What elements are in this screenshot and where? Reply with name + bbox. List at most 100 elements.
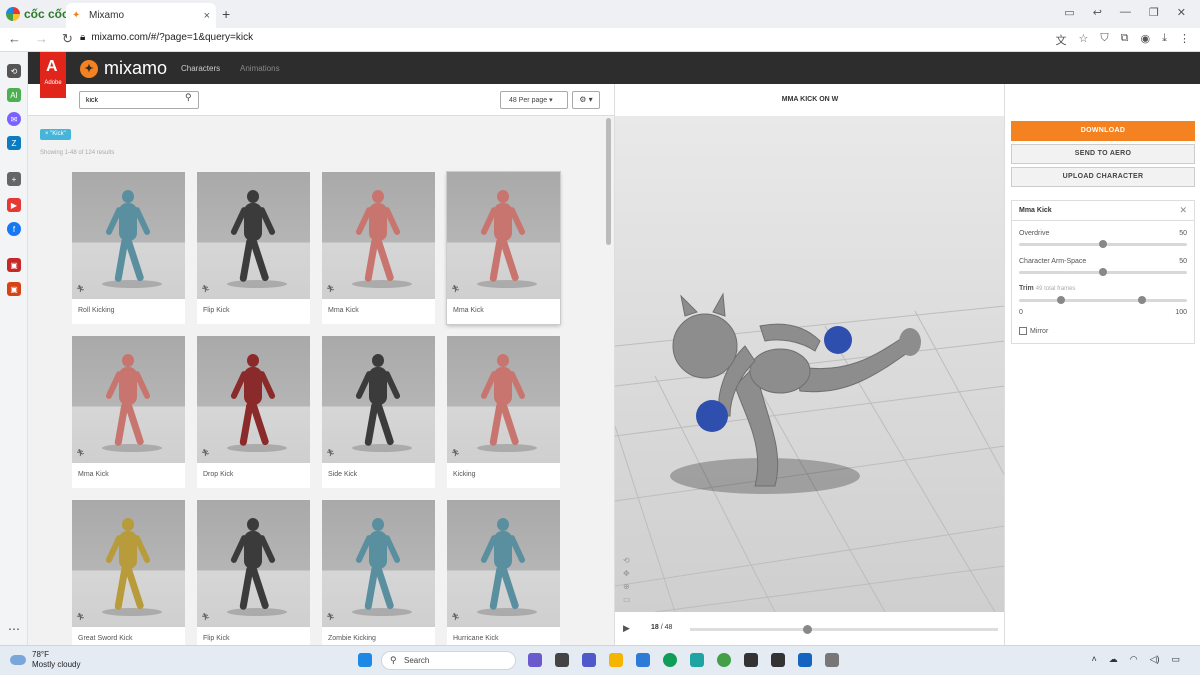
character-figure bbox=[354, 518, 402, 614]
volume-icon[interactable]: ◁) bbox=[1150, 654, 1160, 665]
ai-icon[interactable]: AI bbox=[7, 88, 21, 102]
animation-card[interactable]: 🏃︎ Flip Kick bbox=[197, 500, 310, 652]
mirror-checkbox[interactable]: Mirror bbox=[1019, 327, 1048, 335]
app-icon[interactable] bbox=[798, 653, 812, 667]
timeline-track[interactable] bbox=[690, 625, 998, 634]
search-input[interactable] bbox=[79, 91, 199, 109]
app-icon[interactable] bbox=[825, 653, 839, 667]
animation-card[interactable]: 🏃︎ Roll Kicking bbox=[72, 172, 185, 324]
maximize-icon[interactable]: ❐ bbox=[1149, 6, 1159, 19]
tab-close-icon[interactable]: × bbox=[204, 10, 210, 22]
new-tab-button[interactable]: + bbox=[222, 6, 230, 22]
file-explorer-icon[interactable] bbox=[609, 653, 623, 667]
search-icon: ⚲ bbox=[390, 655, 397, 665]
cloud-sync-icon[interactable]: ☁ bbox=[1109, 654, 1118, 665]
adobe-logo[interactable]: A Adobe bbox=[40, 52, 66, 98]
facebook-icon[interactable]: f bbox=[7, 222, 21, 236]
animation-card[interactable]: 🏃︎ Mma Kick bbox=[447, 172, 560, 324]
app-icon[interactable] bbox=[744, 653, 758, 667]
camera-reset-icon[interactable]: ⟲ bbox=[623, 556, 631, 565]
start-icon[interactable] bbox=[358, 653, 372, 667]
minimize-icon[interactable]: — bbox=[1120, 6, 1131, 19]
close-window-icon[interactable]: ✕ bbox=[1177, 6, 1186, 19]
profile-icon[interactable]: ◉ bbox=[1141, 32, 1151, 48]
cast-icon[interactable]: ▭ bbox=[1064, 6, 1074, 19]
animation-card[interactable]: 🏃︎ Flip Kick bbox=[197, 172, 310, 324]
animation-card[interactable]: 🏃︎ Drop Kick bbox=[197, 336, 310, 488]
armspace-slider[interactable] bbox=[1019, 268, 1187, 276]
scrollbar[interactable] bbox=[606, 118, 611, 245]
trim-label: Trim 49 total frames bbox=[1019, 285, 1075, 292]
weather-widget[interactable]: 78°F Mostly cloudy bbox=[10, 650, 80, 670]
nav-characters[interactable]: Characters bbox=[181, 64, 220, 73]
browser-brand[interactable]: cốc cốc bbox=[6, 6, 69, 22]
teams-icon[interactable] bbox=[582, 653, 596, 667]
app-icon[interactable]: ▣ bbox=[7, 282, 21, 296]
play-icon[interactable]: ▶ bbox=[623, 623, 630, 634]
nav-animations[interactable]: Animations bbox=[240, 64, 280, 73]
more-icon[interactable]: ⋯ bbox=[7, 622, 21, 636]
animation-card[interactable]: 🏃︎ Hurricane Kick bbox=[447, 500, 560, 652]
overdrive-slider[interactable] bbox=[1019, 240, 1187, 248]
animation-card[interactable]: 🏃︎ Mma Kick bbox=[72, 336, 185, 488]
animation-card[interactable]: 🏃︎ Zombie Kicking bbox=[322, 500, 435, 652]
shield-icon[interactable]: ⛉ bbox=[1100, 32, 1108, 48]
per-page-select[interactable]: 48 Per page ▾ bbox=[500, 91, 568, 109]
overdrive-slider-handle[interactable] bbox=[1099, 240, 1107, 248]
menu-icon[interactable]: ⋮ bbox=[1179, 32, 1190, 48]
forward-arrow-icon[interactable]: → bbox=[35, 31, 48, 47]
zoom-icon[interactable]: ⊕ bbox=[623, 582, 631, 591]
coccoc-icon[interactable] bbox=[717, 653, 731, 667]
video-icon[interactable]: ▭ bbox=[623, 595, 631, 604]
battery-icon[interactable]: ▭ bbox=[1171, 654, 1180, 665]
wifi-icon[interactable]: ◠ bbox=[1130, 654, 1138, 665]
app-icon[interactable] bbox=[528, 653, 542, 667]
chevron-up-icon[interactable]: ˄ bbox=[1091, 654, 1096, 665]
per-page-value: 48 Per page bbox=[509, 97, 548, 104]
send-to-aero-button[interactable]: SEND TO AERO bbox=[1011, 144, 1195, 164]
extensions-icon[interactable]: ⧉ bbox=[1121, 32, 1129, 48]
app-icon[interactable] bbox=[690, 653, 704, 667]
reload-icon[interactable]: ↻ bbox=[62, 31, 73, 47]
download-button[interactable]: DOWNLOAD bbox=[1011, 121, 1195, 141]
back-arrow-icon[interactable]: ← bbox=[8, 31, 21, 47]
move-icon[interactable]: ✥ bbox=[623, 569, 631, 578]
edge-icon[interactable] bbox=[663, 653, 677, 667]
animation-card[interactable]: 🏃︎ Great Sword Kick bbox=[72, 500, 185, 652]
animation-card[interactable]: 🏃︎ Mma Kick bbox=[322, 172, 435, 324]
search-icon[interactable]: ⚲ bbox=[185, 92, 192, 103]
animation-label: Great Sword Kick bbox=[78, 635, 133, 642]
viewer-tools: ⟲ ✥ ⊕ ▭ bbox=[623, 556, 631, 604]
taskbar-search[interactable]: ⚲ Search bbox=[381, 651, 516, 670]
download-icon[interactable]: ⤓ bbox=[1162, 32, 1167, 48]
messenger-icon[interactable]: ✉ bbox=[7, 112, 21, 126]
store-icon[interactable] bbox=[636, 653, 650, 667]
viewer-stage[interactable]: ⟲ ✥ ⊕ ▭ bbox=[615, 116, 1005, 612]
translate-icon[interactable]: 文 bbox=[1056, 32, 1067, 48]
add-sidebar-icon[interactable]: + bbox=[7, 172, 21, 186]
trim-slider[interactable] bbox=[1019, 296, 1187, 304]
results-count: Showing 1-48 of 124 results bbox=[40, 150, 115, 156]
filter-chip[interactable]: × "Kick" bbox=[40, 129, 71, 140]
armspace-slider-handle[interactable] bbox=[1099, 268, 1107, 276]
back-history-icon[interactable]: ↩ bbox=[1093, 6, 1102, 19]
trim-end-handle[interactable] bbox=[1137, 296, 1146, 304]
history-icon[interactable]: ⟲ bbox=[7, 64, 21, 78]
upload-character-button[interactable]: UPLOAD CHARACTER bbox=[1011, 167, 1195, 187]
animation-card[interactable]: 🏃︎ Side Kick bbox=[322, 336, 435, 488]
trim-start-handle[interactable] bbox=[1057, 296, 1065, 304]
browser-tab[interactable]: ✦ Mixamo × bbox=[66, 3, 216, 28]
animation-card[interactable]: 🏃︎ Kicking bbox=[447, 336, 560, 488]
url-field[interactable]: 🔒︎ mixamo.com/#/?page=1&query=kick bbox=[80, 32, 253, 43]
app-icon[interactable] bbox=[771, 653, 785, 667]
youtube-icon[interactable]: ▶ bbox=[7, 198, 21, 212]
settings-dropdown[interactable]: ⚙ ▾ bbox=[572, 91, 600, 109]
mixamo-logo[interactable]: ✦ mixamo bbox=[80, 58, 167, 79]
checkbox-box[interactable] bbox=[1019, 327, 1027, 335]
zalo-icon[interactable]: Z bbox=[7, 136, 21, 150]
app-icon[interactable]: ▣ bbox=[7, 258, 21, 272]
app-icon[interactable] bbox=[555, 653, 569, 667]
close-icon[interactable]: ✕ bbox=[1179, 205, 1187, 216]
star-icon[interactable]: ☆ bbox=[1079, 32, 1089, 48]
timeline-handle[interactable] bbox=[803, 625, 813, 634]
